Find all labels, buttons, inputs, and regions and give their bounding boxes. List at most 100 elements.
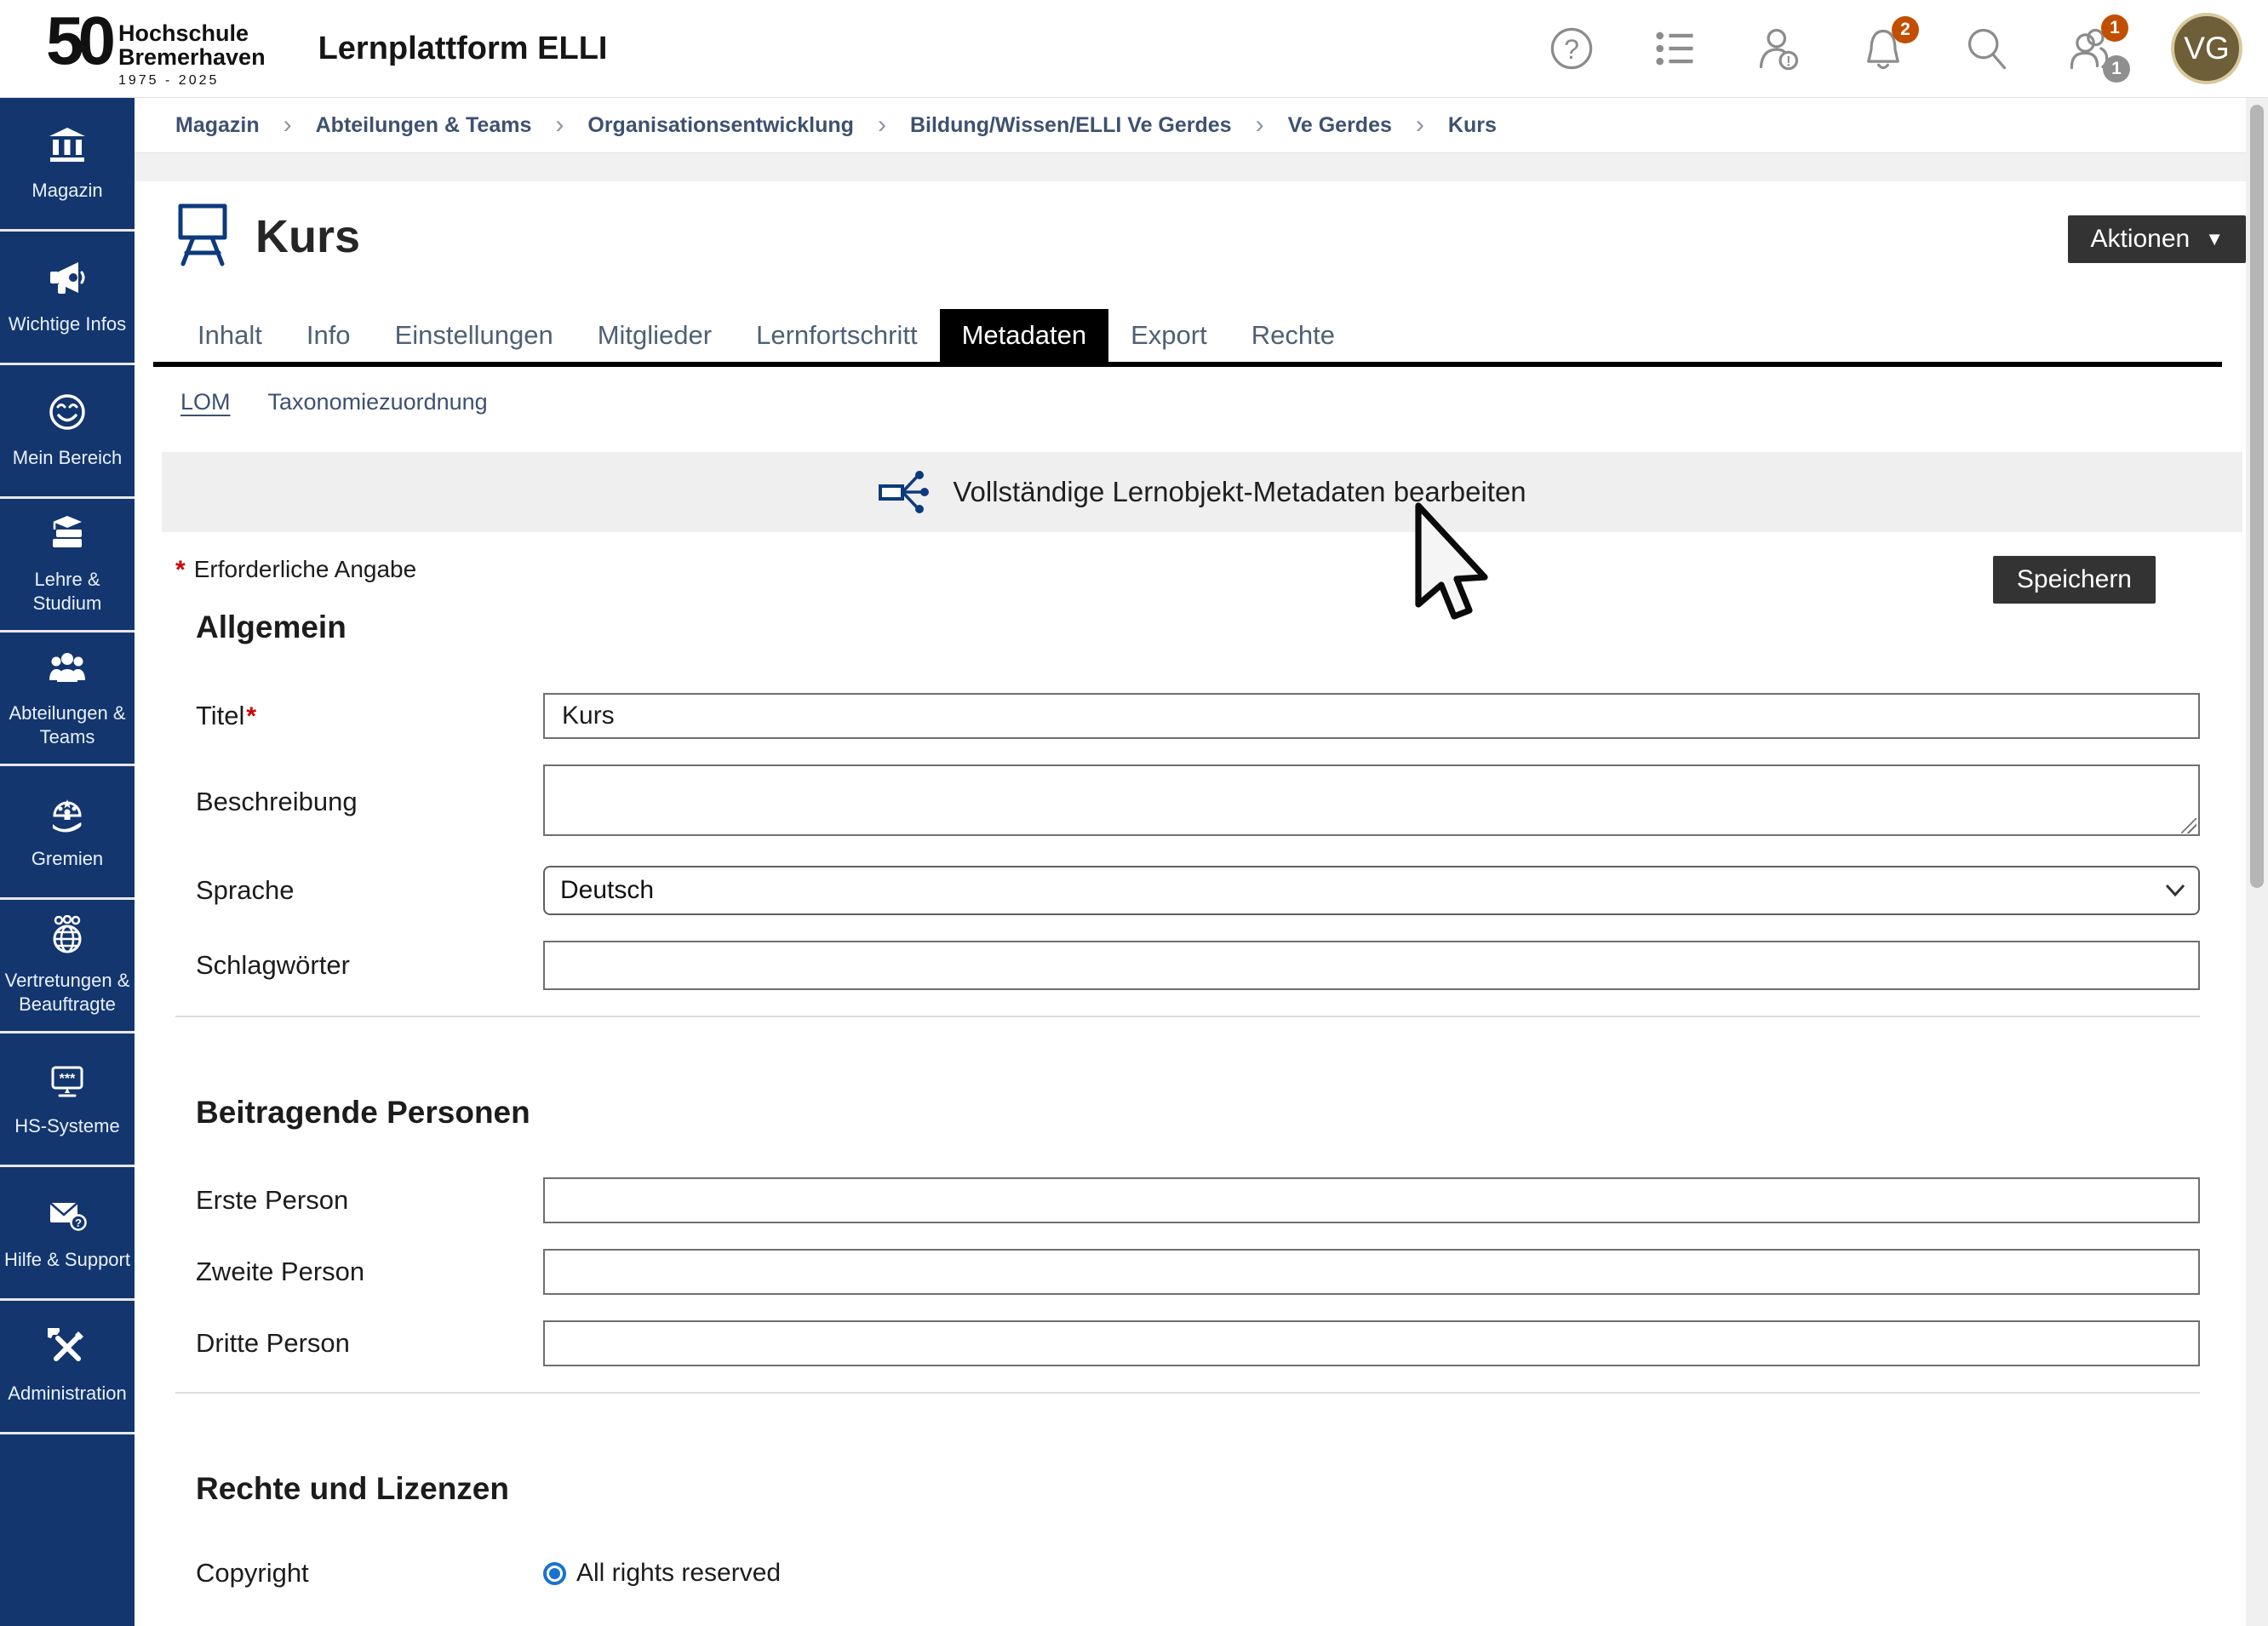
tab-bar: Inhalt Info Einstellungen Mitglieder Ler… <box>175 309 2200 362</box>
edit-full-metadata-banner[interactable]: Vollständige Lernobjekt-Metadaten bearbe… <box>162 452 2242 532</box>
copyright-label: Copyright <box>196 1558 543 1589</box>
actions-button[interactable]: Aktionen ▼ <box>2068 215 2246 263</box>
erste-person-label: Erste Person <box>196 1185 543 1216</box>
tab-einstellungen[interactable]: Einstellungen <box>373 309 576 362</box>
sidebar-item-gremien[interactable]: Gremien <box>0 766 135 900</box>
sidebar-item-abteilungen-teams[interactable]: Abteilungen & Teams <box>0 633 135 766</box>
subtab-lom[interactable]: LOM <box>180 389 231 415</box>
user-avatar[interactable]: VG <box>2171 13 2242 84</box>
caret-down-icon: ▼ <box>2205 228 2224 250</box>
radio-selected-icon[interactable] <box>543 1562 566 1585</box>
zweite-person-input[interactable] <box>543 1249 2200 1295</box>
subtab-taxonomiezuordnung[interactable]: Taxonomiezuordnung <box>268 389 488 415</box>
breadcrumb-item[interactable]: Magazin <box>175 113 260 138</box>
books-cap-icon <box>48 514 87 558</box>
monitor-icon: *** <box>48 1061 87 1104</box>
svg-text:!: ! <box>1786 54 1790 69</box>
contacts-badge-new: 1 <box>2101 14 2128 42</box>
tab-underline <box>153 362 2222 367</box>
sidebar-item-mein-bereich[interactable]: Mein Bereich <box>0 365 135 499</box>
copyright-radio-option[interactable]: All rights reserved <box>543 1559 781 1588</box>
save-button[interactable]: Speichern <box>1993 556 2156 604</box>
titel-required-marker: * <box>246 702 256 730</box>
sidebar-item-magazin[interactable]: Magazin <box>0 98 135 232</box>
section-title-beitragende: Beitragende Personen <box>196 1096 2200 1131</box>
breadcrumb-item[interactable]: Abteilungen & Teams <box>316 113 532 138</box>
sidebar-item-vertretungen[interactable]: Vertretungen & Beauftragte <box>0 900 135 1033</box>
logo-line2: Bremerhaven <box>118 46 266 70</box>
tab-export[interactable]: Export <box>1108 309 1229 362</box>
page-scrollbar[interactable] <box>2246 98 2268 1626</box>
svg-text:?: ? <box>1564 34 1579 65</box>
course-board-icon <box>175 201 230 273</box>
titel-label-text: Titel <box>196 701 244 730</box>
university-logo[interactable]: 50 Hochschule Bremerhaven 1975 - 2025 <box>46 9 266 89</box>
notifications-bell-icon[interactable]: 2 <box>1859 25 1907 72</box>
main-content: Magazin › Abteilungen & Teams › Organisa… <box>135 98 2246 1626</box>
bank-icon <box>48 125 87 169</box>
form-row-copyright: Copyright All rights reserved <box>175 1558 2200 1589</box>
zweite-person-label: Zweite Person <box>196 1257 543 1287</box>
sprache-select[interactable]: Deutsch <box>543 866 2200 915</box>
sidebar-item-lehre-studium[interactable]: Lehre & Studium <box>0 499 135 633</box>
beschreibung-textarea[interactable] <box>543 764 2200 836</box>
erste-person-input[interactable] <box>543 1177 2200 1223</box>
sidebar-item-hilfe-support[interactable]: ? Hilfe & Support <box>0 1167 135 1301</box>
section-title-rechte: Rechte und Lizenzen <box>196 1472 2200 1507</box>
chevron-right-icon: › <box>284 111 292 140</box>
tab-inhalt[interactable]: Inhalt <box>175 309 284 362</box>
people-group-icon <box>48 648 87 691</box>
sidebar-item-administration[interactable]: Administration <box>0 1301 135 1434</box>
dritte-person-input[interactable] <box>543 1320 2200 1366</box>
breadcrumb-item[interactable]: Organisationsentwicklung <box>587 113 854 138</box>
form-row-titel: Titel* <box>175 693 2200 739</box>
copyright-option-label: All rights reserved <box>576 1559 781 1588</box>
tab-rechte[interactable]: Rechte <box>1229 309 1357 362</box>
tab-mitglieder[interactable]: Mitglieder <box>576 309 734 362</box>
page-title: Kurs <box>255 210 360 263</box>
form-row-erste-person: Erste Person <box>175 1177 2200 1223</box>
tab-metadaten[interactable]: Metadaten <box>940 309 1109 362</box>
notifications-badge: 2 <box>1892 16 1919 43</box>
logo-line1: Hochschule <box>118 22 266 46</box>
search-icon[interactable] <box>1963 25 2011 72</box>
tab-lernfortschritt[interactable]: Lernfortschritt <box>734 309 940 362</box>
breadcrumb-item[interactable]: Ve Gerdes <box>1288 113 1392 138</box>
contacts-badge-seen: 1 <box>2103 55 2130 83</box>
section-divider <box>175 1392 2200 1394</box>
contacts-icon[interactable]: 1 1 <box>2067 25 2115 72</box>
tab-info[interactable]: Info <box>284 309 373 362</box>
form-row-dritte-person: Dritte Person <box>175 1320 2200 1366</box>
beschreibung-label: Beschreibung <box>196 787 543 817</box>
scrollbar-thumb[interactable] <box>2250 105 2264 888</box>
schlagwoerter-input[interactable] <box>543 941 2200 990</box>
sidebar-item-wichtige-infos[interactable]: Wichtige Infos <box>0 232 135 365</box>
breadcrumb: Magazin › Abteilungen & Teams › Organisa… <box>135 98 2246 152</box>
sidebar-filler <box>0 1434 135 1626</box>
megaphone-icon <box>48 259 87 302</box>
mail-question-icon: ? <box>48 1194 87 1238</box>
titel-input[interactable] <box>543 693 2200 739</box>
main-sidebar: Magazin Wichtige Infos Mein Bereich Lehr… <box>0 98 135 1626</box>
sidebar-item-label: Vertretungen & Beauftragte <box>4 969 130 1016</box>
smiley-icon <box>48 392 87 436</box>
help-icon[interactable]: ? <box>1548 25 1595 72</box>
required-marker: * <box>175 556 186 585</box>
toc-list-icon[interactable] <box>1652 25 1699 72</box>
user-status-icon[interactable]: ! <box>1755 25 1803 72</box>
sidebar-item-hs-systeme[interactable]: *** HS-Systeme <box>0 1033 135 1167</box>
chevron-right-icon: › <box>1256 111 1264 140</box>
sidebar-item-label: Abteilungen & Teams <box>4 701 130 748</box>
actions-button-label: Aktionen <box>2090 225 2190 254</box>
breadcrumb-item[interactable]: Kurs <box>1448 113 1497 138</box>
app-title: Lernplattform ELLI <box>318 31 608 67</box>
subtab-bar: LOM Taxonomiezuordnung <box>175 384 2200 420</box>
dritte-person-label: Dritte Person <box>196 1328 543 1359</box>
sidebar-item-label: Lehre & Studium <box>4 568 130 615</box>
header-actions: ? ! 2 1 1 VG <box>1548 13 2242 84</box>
breadcrumb-divider <box>135 152 2246 181</box>
breadcrumb-item[interactable]: Bildung/Wissen/ELLI Ve Gerdes <box>910 113 1232 138</box>
titel-label: Titel* <box>196 701 543 731</box>
app-header: 50 Hochschule Bremerhaven 1975 - 2025 Le… <box>0 0 2268 98</box>
banner-label: Vollständige Lernobjekt-Metadaten bearbe… <box>953 476 1526 508</box>
